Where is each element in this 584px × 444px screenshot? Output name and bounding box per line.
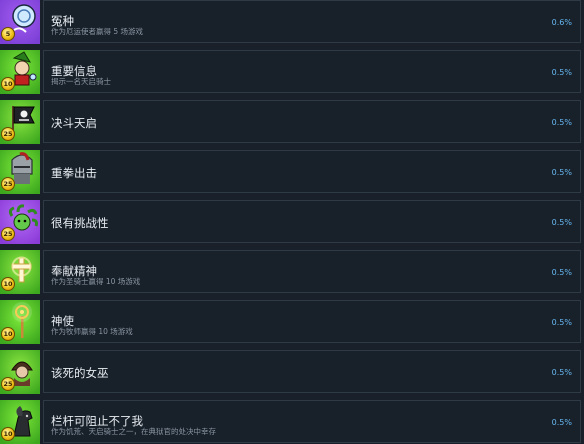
famine-horseman-icon: 10	[0, 400, 40, 444]
achievement-panel: 神使 作为牧师赢得 10 场游戏 0.5%	[43, 300, 581, 343]
ghost-spirit-icon: 5	[0, 0, 40, 44]
points-coin-icon: 5	[1, 27, 15, 41]
achievement-title: 该死的女巫	[51, 366, 109, 380]
points-coin-icon: 25	[1, 227, 15, 241]
unlock-percentage: 0.5%	[551, 418, 572, 427]
achievement-row[interactable]: 10 重要信息 揭示一名天启骑士 0.5%	[0, 50, 584, 94]
points-coin-icon: 10	[1, 77, 15, 91]
achievement-panel: 重拳出击 0.5%	[43, 150, 581, 193]
unlock-percentage: 0.5%	[551, 68, 572, 77]
achievement-list: 5 冤种 作为厄运使者赢得 5 场游戏 0.6% 10 重要信息 揭示一名天启骑士 0.5%…	[0, 0, 584, 444]
unlock-percentage: 0.6%	[551, 18, 572, 27]
cleric-staff-icon: 10	[0, 300, 40, 344]
achievement-row[interactable]: 10 神使 作为牧师赢得 10 场游戏 0.5%	[0, 300, 584, 344]
achievement-row[interactable]: 25 决斗天启 0.5%	[0, 100, 584, 144]
knight-helmet-icon: 25	[0, 150, 40, 194]
achievement-title: 决斗天启	[51, 116, 97, 130]
achievement-row[interactable]: 5 冤种 作为厄运使者赢得 5 场游戏 0.6%	[0, 0, 584, 44]
achievement-panel: 奉献精神 作为圣骑士赢得 10 场游戏 0.5%	[43, 250, 581, 293]
achievement-panel: 决斗天启 0.5%	[43, 100, 581, 143]
points-coin-icon: 25	[1, 177, 15, 191]
achievement-title: 很有挑战性	[51, 216, 109, 230]
achievement-description: 作为饥荒、天启骑士之一，在典狱官的处决中幸存	[51, 427, 216, 436]
witch-icon: 25	[0, 350, 40, 394]
achievement-panel: 很有挑战性 0.5%	[43, 200, 581, 243]
achievement-panel: 冤种 作为厄运使者赢得 5 场游戏 0.6%	[43, 0, 581, 43]
unlock-percentage: 0.5%	[551, 118, 572, 127]
points-coin-icon: 10	[1, 277, 15, 291]
achievement-row[interactable]: 25 很有挑战性 0.5%	[0, 200, 584, 244]
achievement-description: 揭示一名天启骑士	[51, 77, 111, 86]
achievement-row[interactable]: 25 重拳出击 0.5%	[0, 150, 584, 194]
achievement-description: 作为牧师赢得 10 场游戏	[51, 327, 133, 336]
achievement-description: 作为厄运使者赢得 5 场游戏	[51, 27, 144, 36]
wizard-doctor-icon: 10	[0, 50, 40, 94]
unlock-percentage: 0.5%	[551, 218, 572, 227]
points-coin-icon: 10	[1, 427, 15, 441]
achievement-panel: 重要信息 揭示一名天启骑士 0.5%	[43, 50, 581, 93]
unlock-percentage: 0.5%	[551, 268, 572, 277]
holy-cross-icon: 10	[0, 250, 40, 294]
achievement-row[interactable]: 25 该死的女巫 0.5%	[0, 350, 584, 394]
medusa-icon: 25	[0, 200, 40, 244]
points-coin-icon: 10	[1, 327, 15, 341]
achievement-description: 作为圣骑士赢得 10 场游戏	[51, 277, 141, 286]
achievement-panel: 该死的女巫 0.5%	[43, 350, 581, 393]
achievement-panel: 栏杆可阻止不了我 作为饥荒、天启骑士之一，在典狱官的处决中幸存 0.5%	[43, 400, 581, 443]
achievement-row[interactable]: 10 奉献精神 作为圣骑士赢得 10 场游戏 0.5%	[0, 250, 584, 294]
unlock-percentage: 0.5%	[551, 318, 572, 327]
pirate-flag-icon: 25	[0, 100, 40, 144]
points-coin-icon: 25	[1, 377, 15, 391]
achievement-title: 重拳出击	[51, 166, 97, 180]
achievement-row[interactable]: 10 栏杆可阻止不了我 作为饥荒、天启骑士之一，在典狱官的处决中幸存 0.5%	[0, 400, 584, 444]
points-coin-icon: 25	[1, 127, 15, 141]
unlock-percentage: 0.5%	[551, 368, 572, 377]
unlock-percentage: 0.5%	[551, 168, 572, 177]
